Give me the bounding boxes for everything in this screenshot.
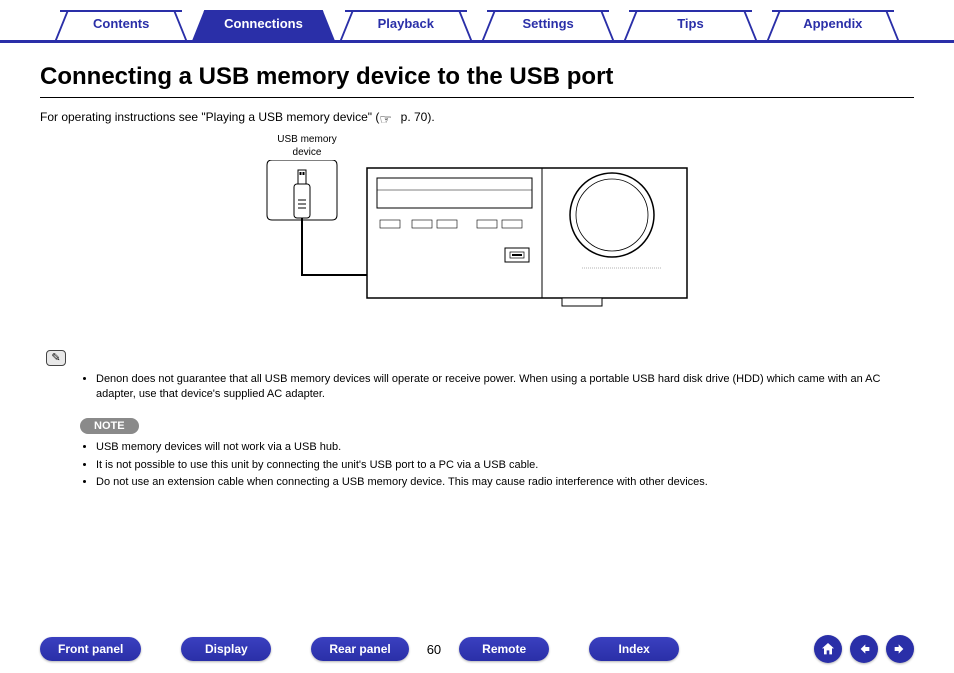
tab-playback[interactable]: Playback	[335, 10, 477, 40]
display-button[interactable]: Display	[181, 637, 271, 661]
note-list: USB memory devices will not work via a U…	[96, 440, 914, 491]
remote-button[interactable]: Remote	[459, 637, 549, 661]
connection-diagram: USB memory device	[40, 134, 914, 330]
page-number: 60	[427, 642, 441, 657]
page-title: Connecting a USB memory device to the US…	[40, 63, 914, 98]
info-item: Denon does not guarantee that all USB me…	[96, 372, 894, 402]
note-item: USB memory devices will not work via a U…	[96, 440, 894, 455]
home-button[interactable]	[814, 635, 842, 663]
arrow-right-icon	[892, 641, 908, 657]
page-ref-link[interactable]: p. 70	[397, 110, 427, 124]
tab-contents[interactable]: Contents	[50, 10, 192, 40]
prev-page-button[interactable]	[850, 635, 878, 663]
diagram-svg	[262, 160, 692, 330]
tab-settings[interactable]: Settings	[477, 10, 619, 40]
front-panel-button[interactable]: Front panel	[40, 637, 141, 661]
note-item: It is not possible to use this unit by c…	[96, 458, 894, 473]
info-list: Denon does not guarantee that all USB me…	[96, 372, 914, 402]
note-item: Do not use an extension cable when conne…	[96, 475, 894, 490]
pointer-icon	[379, 113, 397, 123]
tab-connections[interactable]: Connections	[192, 10, 334, 40]
pencil-icon	[46, 350, 66, 366]
top-nav-tabs: Contents Connections Playback Settings T…	[0, 0, 954, 43]
usb-label: USB memory	[272, 134, 342, 145]
index-button[interactable]: Index	[589, 637, 679, 661]
rear-panel-button[interactable]: Rear panel	[311, 637, 408, 661]
lead-paragraph: For operating instructions see "Playing …	[40, 110, 914, 124]
tab-appendix[interactable]: Appendix	[762, 10, 904, 40]
next-page-button[interactable]	[886, 635, 914, 663]
bottom-nav: Front panel Display Rear panel 60 Remote…	[0, 635, 954, 663]
home-icon	[820, 641, 836, 657]
arrow-left-icon	[856, 641, 872, 657]
note-heading: NOTE	[80, 418, 139, 434]
tab-tips[interactable]: Tips	[619, 10, 761, 40]
